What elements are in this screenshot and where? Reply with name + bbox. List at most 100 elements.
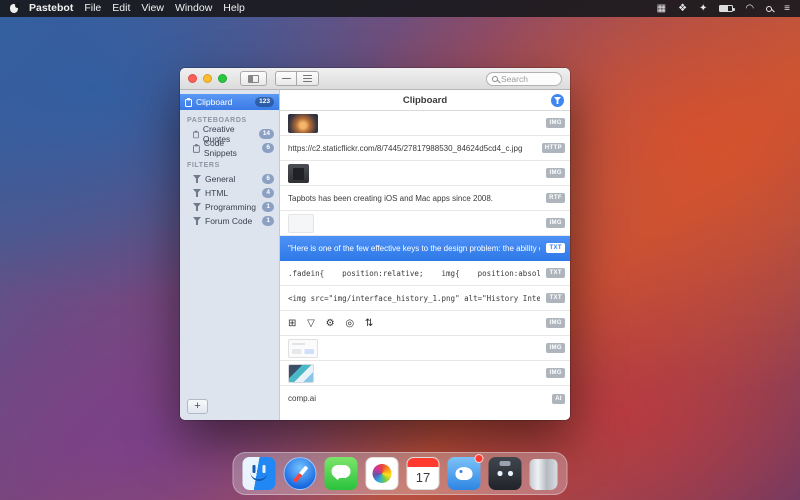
menu-edit[interactable]: Edit xyxy=(112,0,130,17)
compact-view-icon xyxy=(282,78,291,80)
clipboard-item-text-selected[interactable]: "Here is one of the few effective keys t… xyxy=(280,236,570,261)
battery-icon[interactable] xyxy=(719,5,733,12)
item-text: https://c2.staticflickr.com/8/7445/27817… xyxy=(288,144,522,153)
sidebar-item-clipboard[interactable]: Clipboard 123 xyxy=(180,94,279,110)
notification-center-icon[interactable]: ≡ xyxy=(784,3,790,14)
type-badge: TXT xyxy=(546,293,565,303)
list-view-button[interactable] xyxy=(297,71,319,86)
status-icon[interactable]: ✦ xyxy=(699,3,707,14)
sidebar-item-html[interactable]: HTML 4 xyxy=(180,186,279,200)
dock-trash-icon[interactable] xyxy=(530,459,558,490)
sidebar: Clipboard 123 PASTEBOARDS Creative Quote… xyxy=(180,90,280,420)
sidebar-toggle-button[interactable] xyxy=(240,71,267,86)
view-mode-segmented-control xyxy=(275,71,319,86)
clipboard-icon xyxy=(185,98,192,107)
image-thumbnail xyxy=(288,364,314,383)
count-badge: 4 xyxy=(262,188,274,198)
menu-bar: Pastebot File Edit View Window Help ▦ ❖ … xyxy=(0,0,800,17)
sidebar-item-label: Code Snippets xyxy=(204,138,259,158)
menu-file[interactable]: File xyxy=(84,0,101,17)
filter-icon xyxy=(193,189,201,197)
spotlight-icon[interactable] xyxy=(766,6,772,12)
item-text: <img src="img/interface_history_1.png" a… xyxy=(288,294,540,303)
item-text: comp.ai xyxy=(288,394,316,403)
dock: 17 xyxy=(233,452,568,495)
clipboard-item-code[interactable]: .fadein{ position:relative; img{ positio… xyxy=(280,261,570,286)
content-title: Clipboard xyxy=(403,95,447,106)
type-badge: TXT xyxy=(546,268,565,278)
dock-finder-icon[interactable] xyxy=(243,457,276,490)
type-badge: IMG xyxy=(546,168,565,178)
sidebar-icon xyxy=(248,75,259,83)
filter-icon xyxy=(193,217,201,225)
sidebar-item-label: Forum Code xyxy=(205,216,252,226)
item-text: Tapbots has been creating iOS and Mac ap… xyxy=(288,194,493,203)
wifi-icon[interactable]: ◠ xyxy=(745,3,754,14)
sidebar-item-label: HTML xyxy=(205,188,228,198)
type-badge: IMG xyxy=(546,118,565,128)
clipboard-item-code[interactable]: <img src="img/interface_history_1.png" a… xyxy=(280,286,570,311)
sidebar-item-code-snippets[interactable]: Code Snippets 6 xyxy=(180,141,279,155)
calendar-day: 17 xyxy=(408,467,439,489)
clipboard-item-url[interactable]: https://c2.staticflickr.com/8/7445/27817… xyxy=(280,136,570,161)
dock-photos-icon[interactable] xyxy=(366,457,399,490)
dock-pastebot-icon[interactable] xyxy=(489,457,522,490)
count-badge: 1 xyxy=(262,202,274,212)
type-badge: TXT xyxy=(546,243,565,253)
desktop: Pastebot File Edit View Window Help ▦ ❖ … xyxy=(0,0,800,500)
image-thumbnail xyxy=(288,164,309,183)
type-badge: RTF xyxy=(546,193,565,203)
add-pasteboard-button[interactable]: + xyxy=(187,399,208,414)
sidebar-item-general[interactable]: General 6 xyxy=(180,172,279,186)
menu-window[interactable]: Window xyxy=(175,0,212,17)
minimize-button[interactable] xyxy=(203,74,212,83)
clipboard-item-image[interactable]: ⊞ ▽ ⚙ ◎ ⇅ IMG xyxy=(280,311,570,336)
zoom-button[interactable] xyxy=(218,74,227,83)
count-badge: 6 xyxy=(262,174,274,184)
dock-messages-icon[interactable] xyxy=(325,457,358,490)
sidebar-item-programming[interactable]: Programming 1 xyxy=(180,200,279,214)
menu-app-name[interactable]: Pastebot xyxy=(29,0,73,17)
clipboard-item-image[interactable]: IMG xyxy=(280,161,570,186)
count-badge: 1 xyxy=(262,216,274,226)
notification-badge xyxy=(475,454,484,463)
filter-button[interactable] xyxy=(551,94,564,107)
grid-icon[interactable]: ▦ xyxy=(657,3,666,14)
search-field[interactable]: Search xyxy=(486,72,562,86)
close-button[interactable] xyxy=(188,74,197,83)
clipboard-item-image[interactable]: IMG xyxy=(280,211,570,236)
pasteboard-icon xyxy=(193,130,199,139)
clipboard-list: IMG https://c2.staticflickr.com/8/7445/2… xyxy=(280,111,570,420)
type-badge: IMG xyxy=(546,318,565,328)
item-text: .fadein{ position:relative; img{ positio… xyxy=(288,269,540,278)
dock-calendar-icon[interactable]: 17 xyxy=(407,457,440,490)
filter-icon xyxy=(554,97,561,104)
content-pane: Clipboard IMG https://c2.staticflickr.co… xyxy=(280,90,570,420)
count-badge: 6 xyxy=(262,143,274,153)
filter-icon xyxy=(193,203,201,211)
clipboard-item-text[interactable]: comp.ai AI xyxy=(280,386,570,411)
type-badge: IMG xyxy=(546,368,565,378)
dock-tweetbot-icon[interactable] xyxy=(448,457,481,490)
dock-safari-icon[interactable] xyxy=(284,457,317,490)
clipboard-item-text[interactable]: Tapbots has been creating iOS and Mac ap… xyxy=(280,186,570,211)
window-main: Clipboard 123 PASTEBOARDS Creative Quote… xyxy=(180,90,570,420)
type-badge: HTTP xyxy=(542,143,565,153)
dropbox-icon[interactable]: ❖ xyxy=(678,3,687,14)
search-placeholder: Search xyxy=(501,75,528,84)
apple-menu-icon[interactable] xyxy=(10,4,18,13)
count-badge: 14 xyxy=(259,129,274,139)
clipboard-item-image[interactable]: IMG xyxy=(280,111,570,136)
sidebar-item-label: Programming xyxy=(205,202,256,212)
sidebar-item-label: General xyxy=(205,174,235,184)
clipboard-item-image[interactable]: IMG xyxy=(280,336,570,361)
sidebar-item-forum-code[interactable]: Forum Code 1 xyxy=(180,214,279,228)
traffic-lights xyxy=(188,74,227,83)
list-view-icon xyxy=(303,75,312,82)
compact-view-button[interactable] xyxy=(275,71,297,86)
menu-help[interactable]: Help xyxy=(223,0,245,17)
menu-view[interactable]: View xyxy=(141,0,164,17)
image-thumbnail xyxy=(288,339,318,358)
menu-bar-status-area: ▦ ❖ ✦ ◠ ≡ xyxy=(657,3,790,14)
clipboard-item-image[interactable]: IMG xyxy=(280,361,570,386)
